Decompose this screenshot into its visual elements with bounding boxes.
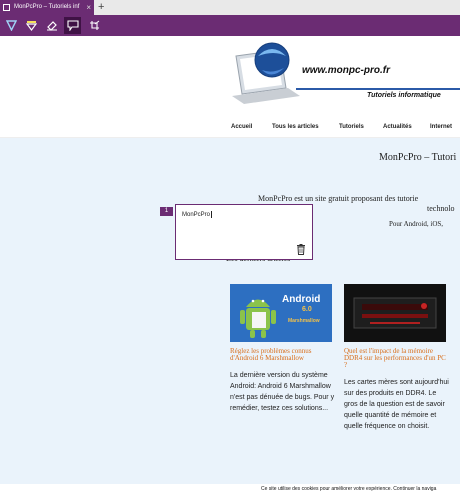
intro-text-line1: MonPcPro est un site gratuit proposant d… [258,194,419,203]
article-excerpt: La dernière version du système Android: … [230,372,335,412]
web-page: www.monpc-pro.fr Tutoriels informatique … [0,36,460,500]
cookie-banner: Ce site utilise des cookies pour amélior… [0,484,460,500]
article-thumbnail[interactable]: Android 6.0 Marshmallow [230,284,332,342]
note-number-badge[interactable]: 1 [160,207,173,216]
thumb-label-codename: Marshmallow [288,318,320,324]
eraser-icon [46,21,57,31]
web-note-toolbar [0,15,460,36]
intro-platforms: Pour Android, iOS, [389,220,444,228]
page-favicon-icon [3,4,10,11]
clip-icon [89,20,99,30]
pen-tool-button[interactable] [3,17,20,34]
new-tab-button[interactable]: + [98,0,108,15]
note-text-input[interactable]: MonPcPro [182,211,213,219]
tab-strip: MonPcPro – Tutoriels inf × + [0,0,460,15]
cookie-notice-text: Ce site utilise des cookies pour amélior… [261,486,437,492]
browser-tab[interactable]: MonPcPro – Tutoriels inf × [0,0,94,15]
article-thumbnail[interactable] [344,284,446,342]
pen-icon [6,20,17,31]
main-navigation: Accueil Tous les articles Tutoriels Actu… [0,118,460,138]
article-card[interactable]: Quel est l'impact de la mémoire DDR4 sur… [344,284,450,432]
trash-icon[interactable] [296,244,306,255]
comment-icon [66,20,79,31]
comment-tool-button[interactable] [64,17,81,34]
ddr-memory-image-icon [353,297,437,329]
site-logo-tagline: Tutoriels informatique [367,92,441,99]
note-popup[interactable]: MonPcPro [175,204,313,260]
thumb-label-android: Android [282,294,321,305]
site-logo-url[interactable]: www.monpc-pro.fr [302,65,390,76]
clip-tool-button[interactable] [86,17,103,34]
eraser-tool-button[interactable] [43,17,60,34]
logo-divider [296,88,460,90]
article-title[interactable]: Réglez les problèmes connus d'Android 6 … [230,348,336,362]
note-text-value: MonPcPro [182,212,211,219]
nav-item-tous-les-articles[interactable]: Tous les articles [272,124,319,130]
nav-item-tutoriels[interactable]: Tutoriels [339,124,364,130]
highlighter-icon [26,21,37,31]
tab-title: MonPcPro – Tutoriels inf [14,4,80,10]
nav-item-accueil[interactable]: Accueil [231,124,252,130]
thumb-label-version: 6.0 [302,306,312,313]
intro-text-line2: technolo [427,204,455,213]
nav-item-actualites[interactable]: Actualités [383,124,412,130]
site-logo-icon[interactable] [228,36,318,116]
android-robot-icon [240,299,276,338]
highlighter-tool-button[interactable] [23,17,40,34]
nav-item-internet[interactable]: Internet [430,124,452,130]
article-excerpt: Les cartes mères sont aujourd'hui sur de… [344,379,449,430]
site-header: www.monpc-pro.fr Tutoriels informatique [0,36,460,118]
close-tab-icon[interactable]: × [86,0,91,15]
article-title[interactable]: Quel est l'impact de la mémoire DDR4 sur… [344,348,450,369]
page-title: MonPcPro – Tutori [379,152,457,163]
text-caret [211,211,213,218]
content-area: MonPcPro – Tutori MonPcPro est un site g… [0,138,460,500]
article-card[interactable]: Android 6.0 Marshmallow Réglez les probl… [230,284,336,414]
